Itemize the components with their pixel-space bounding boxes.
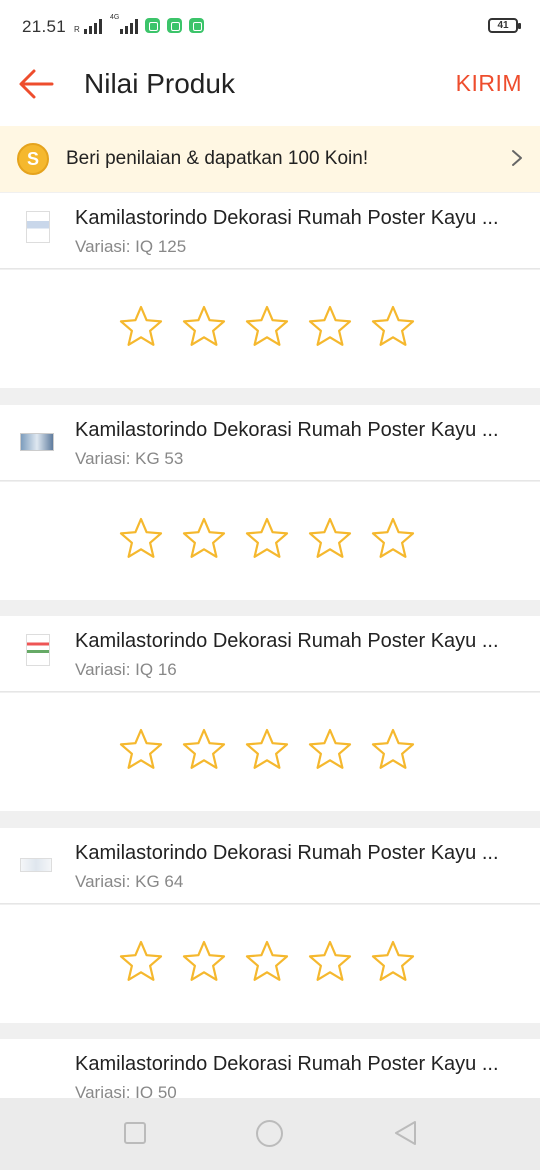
back-arrow-icon[interactable] [16, 66, 56, 102]
page-title: Nilai Produk [84, 68, 235, 99]
chevron-right-icon [512, 150, 522, 166]
product-variation: Variasi: IQ 125 [75, 237, 187, 256]
star-icon[interactable] [181, 939, 227, 985]
product-variation: Variasi: KG 64 [75, 872, 184, 891]
product-thumbnail [20, 419, 56, 463]
star-rating [0, 693, 540, 811]
notification-app-icon [145, 18, 160, 33]
product-name: Kamilastorindo Dekorasi Rumah Poster Kay… [75, 842, 499, 864]
product-item: Kamilastorindo Dekorasi Rumah Poster Kay… [0, 405, 540, 481]
star-icon[interactable] [244, 939, 290, 985]
signal-icon: R [74, 18, 102, 34]
star-icon[interactable] [307, 727, 353, 773]
star-icon[interactable] [181, 727, 227, 773]
product-variation: Variasi: KG 53 [75, 449, 184, 468]
star-icon[interactable] [370, 304, 416, 350]
product-item: Kamilastorindo Dekorasi Rumah Poster Kay… [0, 193, 540, 269]
star-icon[interactable] [118, 304, 164, 350]
network-type: 4G [110, 14, 120, 21]
product-item: Kamilastorindo Dekorasi Rumah Poster Kay… [0, 828, 540, 904]
star-icon[interactable] [181, 304, 227, 350]
star-icon[interactable] [370, 727, 416, 773]
coin-reward-banner[interactable]: S Beri penilaian & dapatkan 100 Koin! [0, 126, 540, 192]
star-icon[interactable] [370, 516, 416, 562]
product-name: Kamilastorindo Dekorasi Rumah Poster Kay… [75, 1053, 499, 1075]
roaming-indicator: R [74, 25, 80, 34]
product-thumbnail [20, 207, 56, 251]
star-icon[interactable] [244, 304, 290, 350]
coin-banner-text: Beri penilaian & dapatkan 100 Koin! [66, 148, 369, 169]
star-icon[interactable] [118, 727, 164, 773]
status-bar: 21.51 R 4G 41 [0, 0, 540, 52]
product-name: Kamilastorindo Dekorasi Rumah Poster Kay… [75, 207, 499, 229]
submit-button[interactable]: KIRIM [456, 70, 522, 97]
star-icon[interactable] [370, 939, 416, 985]
star-icon[interactable] [307, 939, 353, 985]
product-thumbnail [20, 842, 56, 886]
star-icon[interactable] [307, 516, 353, 562]
product-thumbnail [20, 1053, 56, 1097]
status-time: 21.51 [22, 17, 67, 36]
notification-app-icon [167, 18, 182, 33]
home-button[interactable] [256, 1120, 283, 1147]
notification-app-icon [189, 18, 204, 33]
product-item: Kamilastorindo Dekorasi Rumah Poster Kay… [0, 616, 540, 692]
system-back-button[interactable] [392, 1119, 418, 1147]
star-icon[interactable] [307, 304, 353, 350]
star-icon[interactable] [118, 516, 164, 562]
system-navigation-bar [0, 1098, 540, 1170]
product-thumbnail [20, 630, 56, 674]
star-icon[interactable] [244, 727, 290, 773]
signal-icon-2 [120, 18, 138, 34]
star-rating [0, 905, 540, 1023]
star-icon[interactable] [181, 516, 227, 562]
recent-apps-button[interactable] [124, 1122, 146, 1144]
app-bar: Nilai Produk KIRIM [0, 52, 540, 126]
product-variation: Variasi: IQ 16 [75, 660, 177, 679]
star-rating [0, 482, 540, 600]
product-name: Kamilastorindo Dekorasi Rumah Poster Kay… [75, 419, 499, 441]
product-name: Kamilastorindo Dekorasi Rumah Poster Kay… [75, 630, 499, 652]
battery-icon: 41 [488, 18, 521, 33]
star-icon[interactable] [118, 939, 164, 985]
star-rating [0, 270, 540, 388]
coin-icon: S [17, 143, 49, 175]
star-icon[interactable] [244, 516, 290, 562]
